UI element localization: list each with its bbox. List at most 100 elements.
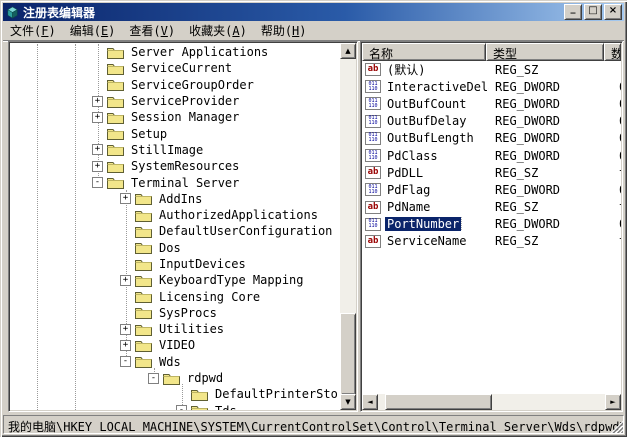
tree-expander-icon[interactable]: + bbox=[92, 96, 103, 107]
registry-tree-pane: Server Applications ServiceCurrent bbox=[8, 41, 358, 412]
folder-icon bbox=[135, 323, 152, 336]
tree-item[interactable]: - rdpwd bbox=[10, 370, 340, 386]
list-horizontal-scrollbar[interactable]: ◄ ► bbox=[362, 394, 621, 410]
value-row[interactable]: ab 011110 ServiceName REG_SZ tc bbox=[362, 233, 621, 250]
list-scrollbar-thumb[interactable] bbox=[385, 394, 492, 410]
value-row[interactable]: ab 011110 PdFlag REG_DWORD 0x bbox=[362, 181, 621, 198]
menu-item[interactable]: 收藏夹(A) bbox=[182, 20, 254, 41]
menu-item-label-close: ) bbox=[108, 24, 115, 38]
tree-item[interactable]: DefaultPrinterStore bbox=[10, 386, 340, 402]
tree-item[interactable]: + VIDEO bbox=[10, 337, 340, 353]
value-row[interactable]: ab 011110 OutBufDelay REG_DWORD 0x bbox=[362, 113, 621, 130]
tree-item[interactable]: + StillImage bbox=[10, 142, 340, 158]
scroll-right-icon[interactable]: ► bbox=[605, 394, 621, 410]
tree-item[interactable]: ServiceGroupOrder bbox=[10, 77, 340, 93]
tree-expander-icon[interactable]: - bbox=[176, 405, 187, 410]
tree-item[interactable]: ServiceCurrent bbox=[10, 60, 340, 76]
tree-expander-icon[interactable]: + bbox=[120, 340, 131, 351]
tree-item[interactable]: - Terminal Server bbox=[10, 174, 340, 190]
menu-item-label-close: ) bbox=[240, 24, 247, 38]
value-name: OutBufCount bbox=[385, 97, 468, 111]
folder-icon bbox=[107, 127, 124, 140]
tree-item[interactable]: InputDevices bbox=[10, 256, 340, 272]
tree-item[interactable]: + SystemResources bbox=[10, 158, 340, 174]
tree-item[interactable]: + Utilities bbox=[10, 321, 340, 337]
string-value-icon: ab bbox=[365, 166, 381, 179]
value-row[interactable]: ab 011110 OutBufLength REG_DWORD 0x bbox=[362, 130, 621, 147]
value-icon-cell: ab 011110 bbox=[362, 115, 385, 128]
tree-expander-icon[interactable]: + bbox=[120, 275, 131, 286]
scroll-left-icon[interactable]: ◄ bbox=[362, 394, 378, 410]
value-name: PdClass bbox=[385, 149, 440, 163]
tree-item[interactable]: Licensing Core bbox=[10, 288, 340, 304]
tree-vertical-scrollbar[interactable]: ▲ ▼ bbox=[340, 43, 356, 410]
tree-item[interactable]: + KeyboardType Mapping bbox=[10, 272, 340, 288]
value-row[interactable]: ab 011110 OutBufCount REG_DWORD 0x bbox=[362, 95, 621, 112]
value-row[interactable]: ab 011110 PdClass REG_DWORD 0x bbox=[362, 147, 621, 164]
close-button[interactable]: × bbox=[604, 4, 622, 20]
tree-expander-icon[interactable]: + bbox=[92, 112, 103, 123]
menu-item[interactable]: 编辑(E) bbox=[63, 20, 123, 41]
tree-item[interactable]: Server Applications bbox=[10, 44, 340, 60]
value-row[interactable]: ab 011110 PdName REG_SZ tc bbox=[362, 199, 621, 216]
column-header[interactable]: 数 bbox=[604, 43, 621, 61]
tree-item[interactable]: DefaultUserConfiguration bbox=[10, 223, 340, 239]
tree-item-label: SystemResources bbox=[129, 159, 241, 173]
tree-item[interactable]: + Session Manager bbox=[10, 109, 340, 125]
tree-scrollbar-thumb[interactable] bbox=[340, 313, 356, 395]
tree-item-label: ServiceCurrent bbox=[129, 61, 234, 75]
value-data: 0x bbox=[613, 80, 621, 94]
value-name: PdDLL bbox=[385, 166, 425, 180]
list-header: 名称 类型 数 bbox=[362, 43, 621, 61]
tree-expander-icon[interactable]: + bbox=[120, 193, 131, 204]
value-icon-cell: ab 011110 bbox=[362, 149, 385, 162]
tree-expander-icon[interactable]: - bbox=[92, 177, 103, 188]
tree-item[interactable]: - Wds bbox=[10, 354, 340, 370]
value-name: PdFlag bbox=[385, 183, 432, 197]
tree-expander-icon[interactable]: + bbox=[92, 161, 103, 172]
value-type: REG_DWORD bbox=[489, 183, 613, 197]
folder-icon bbox=[135, 306, 152, 319]
value-row[interactable]: ab 011110 PdDLL REG_SZ td bbox=[362, 164, 621, 181]
tree-item[interactable]: Setup bbox=[10, 125, 340, 141]
folder-icon bbox=[135, 290, 152, 303]
value-type: REG_SZ bbox=[489, 200, 613, 214]
value-row[interactable]: ab 011110 (默认) REG_SZ (数 bbox=[362, 61, 621, 78]
tree-item[interactable]: + ServiceProvider bbox=[10, 93, 340, 109]
minimize-button[interactable]: _ bbox=[564, 4, 582, 20]
titlebar[interactable]: 注册表编辑器 _ □ × bbox=[3, 3, 624, 21]
resize-grip[interactable] bbox=[611, 421, 623, 433]
menu-item-label-close: ) bbox=[168, 24, 175, 38]
tree-item-label: DefaultPrinterStore bbox=[213, 387, 340, 401]
menu-item[interactable]: 文件(F) bbox=[3, 20, 63, 41]
tree-item[interactable]: + AddIns bbox=[10, 191, 340, 207]
menu-item[interactable]: 帮助(H) bbox=[254, 20, 314, 41]
tree-item-label: DefaultUserConfiguration bbox=[157, 224, 334, 238]
tree-item[interactable]: SysProcs bbox=[10, 305, 340, 321]
tree-expander-icon[interactable]: + bbox=[120, 324, 131, 335]
value-row[interactable]: ab 011110 InteractiveDelay REG_DWORD 0x bbox=[362, 78, 621, 95]
tree-item[interactable]: Dos bbox=[10, 240, 340, 256]
value-row[interactable]: ab 011110 PortNumber REG_DWORD 0x bbox=[362, 216, 621, 233]
maximize-button[interactable]: □ bbox=[584, 4, 602, 20]
value-name: ServiceName bbox=[385, 234, 468, 248]
folder-icon bbox=[135, 225, 152, 238]
string-value-icon: ab bbox=[365, 235, 381, 248]
column-header[interactable]: 名称 bbox=[362, 43, 486, 61]
tree-item[interactable]: - Tds bbox=[10, 403, 340, 410]
scroll-down-icon[interactable]: ▼ bbox=[340, 394, 356, 410]
scroll-up-icon[interactable]: ▲ bbox=[340, 43, 356, 59]
tree-item[interactable]: AuthorizedApplications bbox=[10, 207, 340, 223]
folder-icon bbox=[135, 339, 152, 352]
tree-expander-icon[interactable]: - bbox=[120, 356, 131, 367]
status-path: 我的电脑\HKEY_LOCAL_MACHINE\SYSTEM\CurrentCo… bbox=[8, 420, 624, 434]
tree-item-label: KeyboardType Mapping bbox=[157, 273, 306, 287]
column-header[interactable]: 类型 bbox=[486, 43, 604, 61]
tree-expander-icon[interactable]: - bbox=[148, 373, 159, 384]
menu-item[interactable]: 查看(V) bbox=[122, 20, 182, 41]
tree-expander-icon[interactable]: + bbox=[92, 144, 103, 155]
tree-item-label: Server Applications bbox=[129, 45, 270, 59]
folder-icon bbox=[135, 258, 152, 271]
value-type: REG_DWORD bbox=[489, 97, 613, 111]
value-data: 0x bbox=[613, 114, 621, 128]
